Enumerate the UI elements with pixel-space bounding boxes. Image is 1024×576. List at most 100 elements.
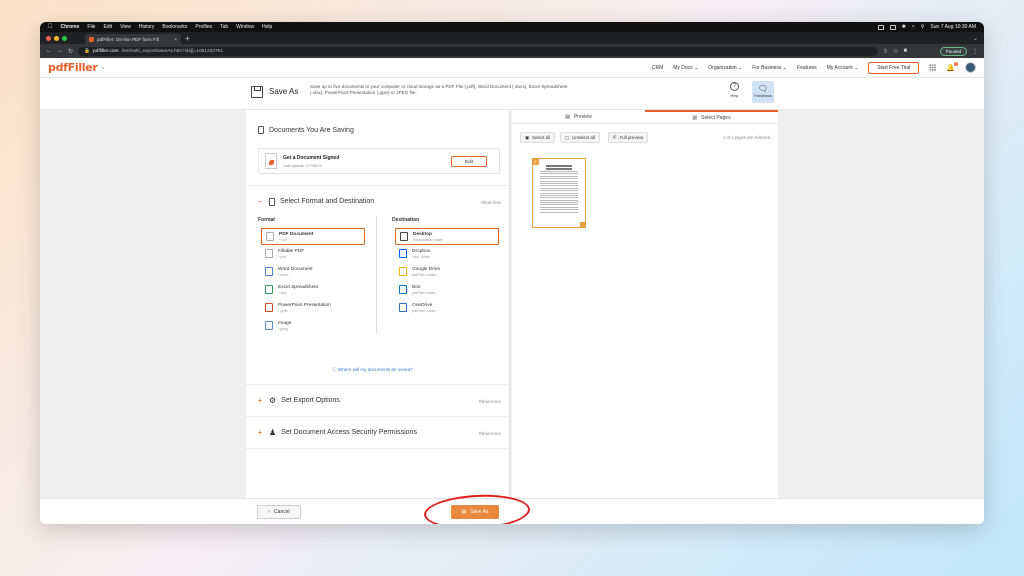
tab-preview[interactable]: ▤ Preview <box>512 110 645 123</box>
nav-label: Organization <box>708 64 737 71</box>
extension-icon[interactable]: ■ <box>903 48 907 54</box>
format-option-fillable-pdf[interactable]: Fillable PDF *.pdf <box>261 246 365 263</box>
bookmark-star-icon[interactable]: ☆ <box>893 48 898 55</box>
pdffiller-header: pdfFiller ⌄ CRM My Docs ⌄ Organization ⌄… <box>40 58 984 78</box>
destination-sub: Your folder <box>412 254 431 259</box>
help-button[interactable]: ? Help <box>730 82 739 98</box>
profile-paused-badge[interactable]: Paused <box>939 46 967 56</box>
chrome-menu-icon[interactable]: ⋮ <box>972 48 978 55</box>
cancel-button[interactable]: ‹ Cancel <box>257 505 301 519</box>
nav-my-docs[interactable]: My Docs ⌄ <box>673 65 698 71</box>
url-path: /en/multi_export/saveAs.htm?ids[]=106123… <box>121 48 223 54</box>
destination-option-desktop[interactable]: Desktop Downloads folder <box>395 228 499 245</box>
pdffiller-logo[interactable]: pdfFiller <box>48 61 98 74</box>
expand-plus-icon[interactable]: + <box>256 396 264 405</box>
nav-organization[interactable]: Organization ⌄ <box>708 65 742 71</box>
close-window-icon[interactable] <box>46 35 51 41</box>
destination-sub: pdfFiller folder <box>412 290 437 295</box>
menubar-app-name[interactable]: Chrome <box>61 24 80 30</box>
save-as-button[interactable]: ▤ Save As <box>451 505 499 519</box>
tab-select-pages[interactable]: ▤ Select Pages <box>645 110 778 123</box>
forward-icon[interactable]: → <box>57 48 63 54</box>
nav-features[interactable]: Features <box>797 65 817 71</box>
minimize-window-icon[interactable] <box>54 35 59 41</box>
status-icon[interactable] <box>877 24 884 30</box>
browser-tab[interactable]: pdfFiller: On-line PDF form Fill × <box>85 34 181 44</box>
apps-grid-icon[interactable] <box>929 64 937 71</box>
format-option-powerpoint[interactable]: PowerPoint Presentation *.pptx <box>261 300 365 317</box>
destination-option-box[interactable]: Box pdfFiller folder <box>395 282 499 299</box>
powerpoint-file-icon <box>265 303 273 312</box>
full-preview-button[interactable]: ⇱ Full preview <box>608 132 649 143</box>
edit-button[interactable]: Edit <box>451 156 487 167</box>
menu-help[interactable]: Help <box>262 24 272 30</box>
collapse-minus-icon[interactable]: – <box>256 197 264 206</box>
destination-option-dropbox[interactable]: Dropbox Your folder <box>395 246 499 263</box>
reload-icon[interactable]: ↻ <box>68 48 73 55</box>
word-file-icon <box>265 267 273 276</box>
tab-search-chevron-icon[interactable]: ⌄ <box>973 35 978 42</box>
dropbox-icon <box>399 249 407 258</box>
nav-for-business[interactable]: For Business ⌄ <box>752 65 787 71</box>
format-ext: *.xlsx <box>278 290 288 295</box>
security-section-header[interactable]: + ♟ Set Document Access Security Permiss… <box>256 428 417 437</box>
select-all-icon: ▣ <box>525 134 530 140</box>
format-option-excel[interactable]: Excel Spreadsheet *.xlsx <box>261 282 365 299</box>
menu-window[interactable]: Window <box>236 24 254 30</box>
bluetooth-icon[interactable]: ✱ <box>902 24 906 30</box>
logo-chevron-down-icon[interactable]: ⌄ <box>101 64 106 71</box>
nav-my-account[interactable]: My Account ⌄ <box>827 65 858 71</box>
destination-option-onedrive[interactable]: OneDrive pdfFiller folder <box>395 300 499 317</box>
export-section-title: Set Export Options <box>281 397 340 404</box>
menu-tab[interactable]: Tab <box>220 24 228 30</box>
status-icon[interactable] <box>889 24 896 30</box>
select-all-button[interactable]: ▣ Select all <box>520 132 555 143</box>
fillable-pdf-icon <box>265 249 273 258</box>
menu-profiles[interactable]: Profiles <box>195 24 212 30</box>
format-option-pdf[interactable]: PDF Document *.pdf <box>261 228 365 245</box>
expand-plus-icon[interactable]: + <box>256 428 264 437</box>
url-input[interactable]: 🔒 pdffiller.com/en/multi_export/saveAs.h… <box>78 46 879 56</box>
format-ext: *.pptx <box>278 308 288 313</box>
where-saved-link[interactable]: ⓘ Where will my documents be saved? <box>332 367 413 373</box>
floppy-disk-icon: ▤ <box>461 509 467 515</box>
menu-bookmarks[interactable]: Bookmarks <box>162 24 187 30</box>
nav-crm[interactable]: CRM <box>652 65 663 71</box>
format-option-word[interactable]: Word Document *.docx <box>261 264 365 281</box>
start-free-trial-button[interactable]: Start Free Trial <box>868 61 920 74</box>
feedback-button[interactable]: 🗨 Feedback <box>752 81 774 103</box>
excel-file-icon <box>265 285 273 294</box>
nav-label: My Account <box>826 64 853 71</box>
menubar-clock[interactable]: Sun 7 Aug 10:30 AM <box>930 24 976 30</box>
selection-count: 1 of 1 pages are selected <box>722 135 770 140</box>
search-icon[interactable]: ⚲ <box>921 24 925 30</box>
security-show-more-link[interactable]: Show more <box>479 431 501 436</box>
export-show-more-link[interactable]: Show more <box>479 399 501 404</box>
new-tab-icon[interactable]: + <box>185 34 190 43</box>
security-section-title: Set Document Access Security Permissions <box>281 429 417 436</box>
menu-file[interactable]: File <box>87 24 95 30</box>
destination-option-google-drive[interactable]: Google Drive pdfFiller folder <box>395 264 499 281</box>
apple-icon[interactable]:  <box>48 24 53 30</box>
window-controls <box>46 35 67 41</box>
main-nav: CRM My Docs ⌄ Organization ⌄ For Busines… <box>652 61 976 74</box>
notifications-bell-icon[interactable]: 🔔 3 <box>946 61 958 72</box>
file-settings-icon <box>269 197 275 206</box>
export-section-header[interactable]: + ⚙ Set Export Options <box>256 396 340 405</box>
format-section-header[interactable]: – Select Format and Destination <box>256 197 374 206</box>
destination-column-header: Destination <box>392 217 420 223</box>
page-thumbnail[interactable]: 1 <box>532 158 586 228</box>
user-avatar[interactable] <box>965 62 976 73</box>
menu-edit[interactable]: Edit <box>103 24 112 30</box>
page-selected-check-icon[interactable] <box>580 222 586 228</box>
menu-history[interactable]: History <box>139 24 155 30</box>
close-tab-icon[interactable]: × <box>174 37 177 42</box>
menu-view[interactable]: View <box>120 24 131 30</box>
maximize-window-icon[interactable] <box>62 35 67 41</box>
unselect-all-button[interactable]: ▢ Unselect all <box>560 132 600 143</box>
show-less-link[interactable]: Show less <box>481 200 501 205</box>
share-icon[interactable]: ⇧ <box>883 48 888 55</box>
back-icon[interactable]: ← <box>46 48 52 54</box>
format-option-image[interactable]: Image *.jpeg <box>261 318 365 335</box>
wifi-icon[interactable]: ≈ <box>912 24 915 30</box>
